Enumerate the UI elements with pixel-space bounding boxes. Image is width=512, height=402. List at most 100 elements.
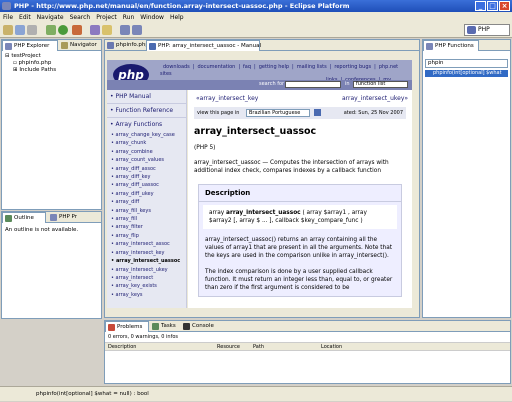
tab-browser-manual[interactable]: PHP: array_intersect_uassoc - Manual (146, 40, 261, 51)
search-in-label: in (345, 81, 350, 87)
eclipse-icon (2, 2, 11, 10)
func-link[interactable]: • array_keys (107, 291, 186, 299)
php-version: (PHP 5) (194, 145, 216, 151)
tree-project[interactable]: ⊟ testProject (5, 53, 98, 60)
php-functions-panel: PHP Functions phpin phpinfo(int[optional… (422, 39, 511, 318)
sidebar-function-reference[interactable]: • Function Reference (107, 104, 186, 118)
last-updated: ated: Sun, 25 Nov 2007 (343, 110, 403, 116)
run-icon[interactable] (58, 25, 68, 35)
perspective-php[interactable]: PHP (464, 24, 510, 36)
toolbar: PHP (0, 23, 512, 38)
window-title-bar: PHP - http://www.php.net/manual/en/funct… (0, 0, 512, 12)
prev-link[interactable]: «array_intersect_key (196, 95, 258, 102)
func-link[interactable]: • array_intersect (107, 274, 186, 282)
php-perspective-icon (467, 26, 476, 34)
func-link[interactable]: • array_intersect_ukey (107, 266, 186, 274)
browser-icon (149, 43, 156, 50)
col-description[interactable]: Description (108, 343, 136, 351)
menu-search[interactable]: Search (67, 12, 94, 23)
menu-navigate[interactable]: Navigate (34, 12, 67, 23)
nav-getting-help[interactable]: getting help (256, 64, 292, 70)
menu-help[interactable]: Help (167, 12, 187, 23)
func-link[interactable]: • array_diff_key (107, 173, 186, 181)
close-button[interactable]: × (499, 1, 510, 11)
tree-file[interactable]: ▫ phpinfo.php (5, 60, 98, 67)
tab-php-explorer[interactable]: PHP Explorer (2, 40, 58, 51)
menu-edit[interactable]: Edit (16, 12, 34, 23)
tab-console[interactable]: Console (181, 321, 217, 332)
forward-icon[interactable] (132, 25, 142, 35)
save-icon[interactable] (15, 25, 25, 35)
tab-tasks[interactable]: Tasks (150, 321, 180, 332)
menu-run[interactable]: Run (120, 12, 138, 23)
tasks-icon (152, 323, 159, 330)
func-link[interactable]: • array_diff_assoc (107, 165, 186, 173)
func-link[interactable]: • array_change_key_case (107, 131, 186, 139)
function-search-input[interactable]: phpin (425, 59, 508, 68)
problems-panel: Problems Tasks Console 0 errors, 0 warni… (104, 320, 511, 384)
func-link[interactable]: • array_intersect_assoc (107, 240, 186, 248)
func-link[interactable]: • array_combine (107, 148, 186, 156)
php-file-icon (107, 42, 114, 49)
tab-php-project-outline[interactable]: PHP Pr (48, 212, 88, 223)
tab-phpinfo[interactable]: phpinfo.php (105, 40, 149, 51)
col-resource[interactable]: Resource (217, 343, 240, 351)
external-tools-icon[interactable] (72, 25, 82, 35)
func-link[interactable]: • array_intersect_key (107, 249, 186, 257)
func-link[interactable]: • array_fill (107, 215, 186, 223)
print-icon[interactable] (27, 25, 37, 35)
nav-reporting-bugs[interactable]: reporting bugs (331, 64, 374, 70)
func-link-current[interactable]: • array_intersect_uassoc (107, 257, 186, 265)
nav-downloads[interactable]: downloads (160, 64, 193, 70)
func-link[interactable]: • array_diff_ukey (107, 190, 186, 198)
tab-outline[interactable]: Outline (2, 212, 46, 223)
func-link[interactable]: • array_diff (107, 198, 186, 206)
sidebar-array-functions[interactable]: • Array Functions (107, 118, 186, 131)
func-link[interactable]: • array_chunk (107, 139, 186, 147)
menu-project[interactable]: Project (93, 12, 120, 23)
function-result-item[interactable]: phpinfo(int[optional] $what (425, 70, 508, 77)
search-icon[interactable] (102, 25, 112, 35)
php-functions-icon (426, 43, 433, 50)
nav-faq[interactable]: faq (240, 64, 254, 70)
func-link[interactable]: • array_count_values (107, 156, 186, 164)
new-icon[interactable] (3, 25, 13, 35)
func-link[interactable]: • array_fill_keys (107, 207, 186, 215)
debug-icon[interactable] (46, 25, 56, 35)
nav-mailing-lists[interactable]: mailing lists (294, 64, 330, 70)
func-link[interactable]: • array_diff_uassoc (107, 181, 186, 189)
php-project-icon (50, 214, 57, 221)
problems-icon (108, 324, 115, 331)
func-link[interactable]: • array_key_exists (107, 282, 186, 290)
menu-window[interactable]: Window (137, 12, 167, 23)
navigator-icon (61, 42, 68, 49)
menu-file[interactable]: File (0, 12, 16, 23)
tab-php-functions[interactable]: PHP Functions (423, 40, 479, 51)
minimize-button[interactable]: _ (475, 1, 486, 11)
func-link[interactable]: • array_flip (107, 232, 186, 240)
php-explorer-panel: PHP Explorer Navigator ⊟ testProject ▫ p… (1, 39, 102, 210)
tree-include-paths[interactable]: ⊞ Include Paths (5, 67, 98, 74)
open-type-icon[interactable] (90, 25, 100, 35)
maximize-button[interactable]: □ (487, 1, 498, 11)
tab-problems[interactable]: Problems (105, 321, 149, 332)
go-icon[interactable] (314, 109, 321, 116)
search-scope-select[interactable]: function list (353, 81, 408, 88)
project-tree: ⊟ testProject ▫ phpinfo.php ⊞ Include Pa… (2, 51, 101, 76)
language-select[interactable]: Brazilian Portuguese (246, 109, 310, 117)
next-link[interactable]: array_intersect_ukey» (342, 95, 408, 102)
php-search-input[interactable] (285, 81, 341, 88)
outline-panel: Outline PHP Pr An outline is not availab… (1, 211, 102, 319)
description-heading: Description (199, 185, 401, 202)
func-link[interactable]: • array_filter (107, 223, 186, 231)
outline-icon (5, 215, 12, 222)
col-path[interactable]: Path (253, 343, 264, 351)
description-paragraph-2: The index comparison is done by a user s… (205, 269, 393, 291)
nav-documentation[interactable]: documentation (194, 64, 238, 70)
php-search-row: search for in function list (107, 80, 412, 90)
col-location[interactable]: Location (321, 343, 342, 351)
tab-navigator[interactable]: Navigator (59, 40, 101, 51)
status-bar: phpinfo(int[optional] $what = null) : bo… (0, 386, 512, 401)
sidebar-php-manual[interactable]: • PHP Manual (107, 90, 186, 104)
back-icon[interactable] (120, 25, 130, 35)
